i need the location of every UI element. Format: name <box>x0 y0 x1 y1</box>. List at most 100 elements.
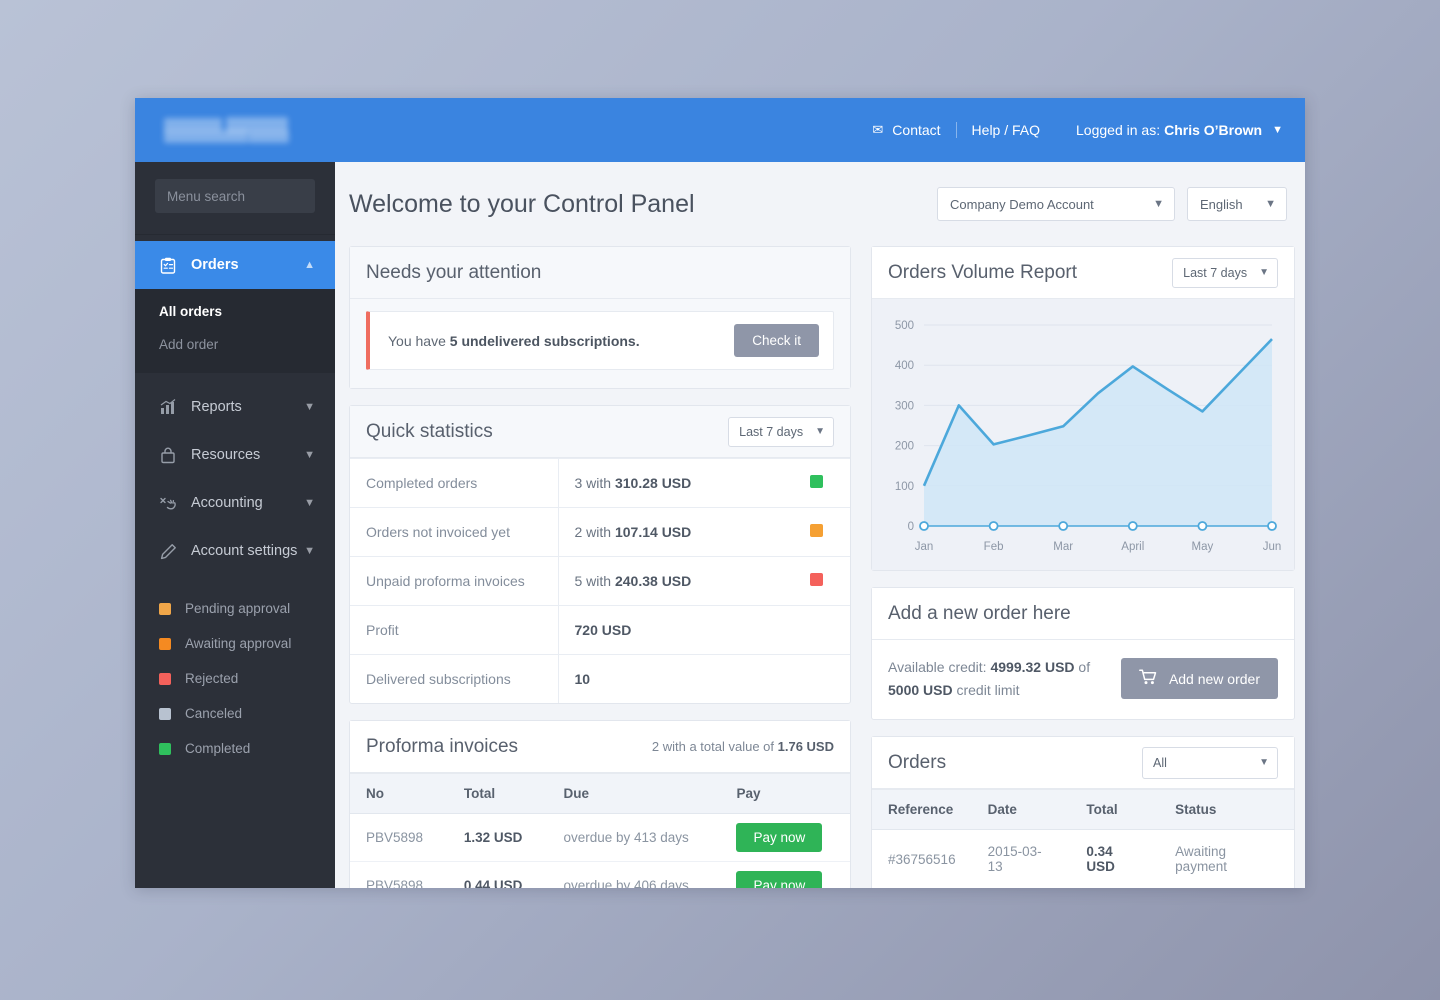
sidebar-item-reports[interactable]: Reports ▼ <box>135 383 335 431</box>
column-header-status: Status <box>1159 789 1294 831</box>
legend-label: Completed <box>185 741 251 756</box>
user-menu[interactable]: Logged in as: Chris O’Brown ▼ <box>1076 122 1283 138</box>
sidebar-logo[interactable] <box>135 98 335 162</box>
chevron-down-icon: ▼ <box>1259 757 1269 769</box>
bar-chart-icon <box>157 399 179 415</box>
legend-item-awaiting-approval[interactable]: Awaiting approval <box>159 636 315 651</box>
invoice-no: PBV5898 <box>366 878 424 888</box>
sidebar-item-label: Orders <box>191 257 239 273</box>
add-new-order-header: Add a new order here <box>872 588 1294 640</box>
legend-label: Pending approval <box>185 601 291 616</box>
chevron-down-icon[interactable]: ▼ <box>304 497 315 509</box>
language-select-value: English <box>1200 196 1243 212</box>
app-window: 🔍 Orders ▲ All orders Add order <box>135 98 1305 888</box>
legend-item-pending-approval[interactable]: Pending approval <box>159 601 315 616</box>
sidebar-item-accounting[interactable]: Accounting ▼ <box>135 479 335 527</box>
column-header-due: Due <box>547 773 721 814</box>
stat-amount: 720 USD <box>574 622 632 638</box>
stat-value: 3 with 310.28 USD <box>558 458 794 508</box>
table-row[interactable]: PBV5898 0.44 USD overdue by 406 days Pay… <box>350 862 850 888</box>
svg-text:Jan: Jan <box>915 541 934 553</box>
contact-link[interactable]: ✉ Contact <box>872 122 940 138</box>
clipboard-icon <box>157 257 179 274</box>
invoice-total: 1.32 USD <box>447 813 548 862</box>
order-total: 0.34 USD <box>1070 829 1160 888</box>
legend-item-canceled[interactable]: Canceled <box>159 706 315 721</box>
range-select-value: Last 7 days <box>739 424 804 439</box>
add-new-order-button[interactable]: Add new order <box>1120 658 1278 700</box>
order-date: 2015-03-13 <box>971 829 1071 888</box>
check-it-button[interactable]: Check it <box>734 324 819 357</box>
account-select[interactable]: Company Demo Account ▼ <box>937 187 1175 221</box>
alert-message-bold: 5 undelivered subscriptions. <box>449 332 640 349</box>
table-row[interactable]: PBV5898 1.32 USD overdue by 413 days Pay… <box>350 813 850 862</box>
chevron-down-icon[interactable]: ▼ <box>304 401 315 413</box>
envelope-icon: ✉ <box>872 122 884 137</box>
credit-body: Available credit: 4999.32 USD of 5000 US… <box>872 640 1294 719</box>
svg-text:0: 0 <box>908 521 914 533</box>
orders-volume-range-select[interactable]: Last 7 days ▼ <box>1172 257 1278 288</box>
sidebar-item-resources[interactable]: Resources ▼ <box>135 431 335 479</box>
svg-text:Jun: Jun <box>1263 541 1282 553</box>
column-header-no: No <box>350 773 448 814</box>
menu-search-box[interactable]: 🔍 <box>155 179 361 213</box>
proforma-summary: 2 with a total value of 1.76 USD <box>652 739 834 754</box>
sidebar-item-orders[interactable]: Orders ▲ <box>135 241 335 289</box>
left-column: Needs your attention You have 5 undelive… <box>349 246 851 888</box>
orders-volume-report-title: Orders Volume Report <box>888 261 1078 283</box>
quick-statistics-panel: Quick statistics Last 7 days ▼ Completed… <box>349 405 851 704</box>
available-credit-text: Available credit: 4999.32 USD of 5000 US… <box>888 656 1107 701</box>
orders-filter-select[interactable]: All ▼ <box>1142 746 1278 779</box>
sidebar-subitem-add-order[interactable]: Add order <box>135 328 335 361</box>
table-row: Profit 720 USD <box>350 605 850 655</box>
chevron-up-icon[interactable]: ▲ <box>304 259 315 271</box>
table-row: Orders not invoiced yet 2 with 107.14 US… <box>350 507 850 557</box>
stat-label: Delivered subscriptions <box>350 654 559 703</box>
pay-now-button[interactable]: Pay now <box>736 871 823 888</box>
chevron-down-icon: ▼ <box>1259 267 1269 278</box>
svg-text:500: 500 <box>895 320 914 332</box>
language-select[interactable]: English ▼ <box>1187 187 1287 221</box>
chevron-down-icon: ▼ <box>815 426 825 437</box>
quick-statistics-title: Quick statistics <box>366 420 493 442</box>
svg-text:Feb: Feb <box>984 541 1004 553</box>
column-header-pay: Pay <box>720 773 850 814</box>
invoice-total: 0.44 USD <box>463 878 523 888</box>
stat-status-cell <box>794 654 850 703</box>
sidebar-subitem-all-orders[interactable]: All orders <box>135 295 335 328</box>
pay-now-button[interactable]: Pay now <box>736 823 823 852</box>
sidebar-item-account-settings[interactable]: Account settings ▼ <box>135 527 335 575</box>
proforma-summary-total: 1.76 USD <box>777 739 834 754</box>
credit-mid: of <box>1074 659 1091 675</box>
stat-status-cell <box>794 605 850 655</box>
legend-item-completed[interactable]: Completed <box>159 741 315 756</box>
sidebar-item-label: Account settings <box>191 543 298 559</box>
help-faq-link[interactable]: Help / FAQ <box>972 122 1040 138</box>
column-header-reference: Reference <box>872 789 972 831</box>
stat-status-cell <box>794 458 850 508</box>
chevron-down-icon[interactable]: ▼ <box>304 545 315 557</box>
search-input[interactable] <box>167 188 344 204</box>
status-dot-icon <box>159 707 171 720</box>
table-header-row: No Total Due Pay <box>350 773 850 814</box>
stat-amount: 107.14 USD <box>614 524 692 540</box>
chevron-down-icon[interactable]: ▼ <box>304 449 315 461</box>
add-new-order-title: Add a new order here <box>888 602 1071 624</box>
status-badge: Awaiting payment <box>1159 829 1294 888</box>
svg-text:400: 400 <box>895 360 914 372</box>
table-row: Completed orders 3 with 310.28 USD <box>350 458 850 508</box>
legend-item-rejected[interactable]: Rejected <box>159 671 315 686</box>
table-row[interactable]: #36756516 2015-03-13 0.34 USD Awaiting p… <box>872 829 1294 888</box>
alert-wrap: You have 5 undelivered subscriptions. Ch… <box>350 299 850 388</box>
legend-label: Canceled <box>185 706 243 721</box>
sidebar-submenu-orders: All orders Add order <box>135 289 335 373</box>
stat-amount: 240.38 USD <box>614 573 692 589</box>
chevron-down-icon: ▼ <box>1153 198 1164 210</box>
quick-statistics-range-select[interactable]: Last 7 days ▼ <box>728 416 834 447</box>
status-dot-icon <box>810 524 823 537</box>
contact-label: Contact <box>892 122 941 138</box>
svg-text:April: April <box>1121 541 1144 553</box>
svg-text:300: 300 <box>895 400 914 412</box>
stat-status-cell <box>794 507 850 557</box>
svg-text:May: May <box>1192 541 1214 553</box>
